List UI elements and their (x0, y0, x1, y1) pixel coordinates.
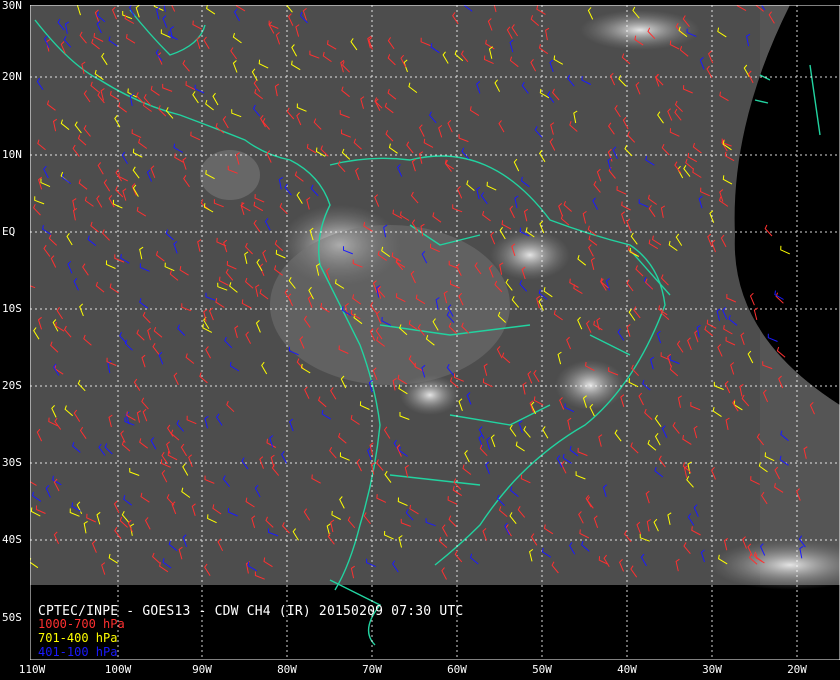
lon-label-110w: 110W (18, 663, 46, 676)
legend-high-level: 401-100 hPa (38, 645, 118, 659)
lat-label-10n: 10N (2, 148, 22, 161)
legend-mid-level: 701-400 hPa (38, 631, 118, 645)
lon-label-30w: 30W (702, 663, 722, 676)
lon-label-90w: 90W (192, 663, 212, 676)
lat-label-30n: 30N (2, 0, 22, 12)
lon-label-80w: 80W (277, 663, 297, 676)
lon-label-20w: 20W (787, 663, 807, 676)
lon-label-60w: 60W (447, 663, 467, 676)
lon-label-70w: 70W (362, 663, 382, 676)
pressure-legend: 1000-700 hPa 701-400 hPa 401-100 hPa (38, 617, 125, 659)
lat-label-20n: 20N (2, 70, 22, 83)
lat-label-eq: EQ (2, 225, 16, 238)
legend-low-level: 1000-700 hPa (38, 617, 125, 631)
lon-label-40w: 40W (617, 663, 637, 676)
lat-label-30s: 30S (2, 456, 22, 469)
satellite-map-frame: 30N 20N 10N EQ 10S 20S 30S 40S 50S 110W … (0, 0, 840, 680)
lat-label-40s: 40S (2, 533, 22, 546)
lat-label-10s: 10S (2, 302, 22, 315)
lat-label-50s: 50S (2, 611, 22, 624)
lat-label-20s: 20S (2, 379, 22, 392)
satellite-map (30, 5, 840, 660)
lon-label-50w: 50W (532, 663, 552, 676)
lon-label-100w: 100W (104, 663, 132, 676)
cloud-texture (30, 5, 840, 590)
